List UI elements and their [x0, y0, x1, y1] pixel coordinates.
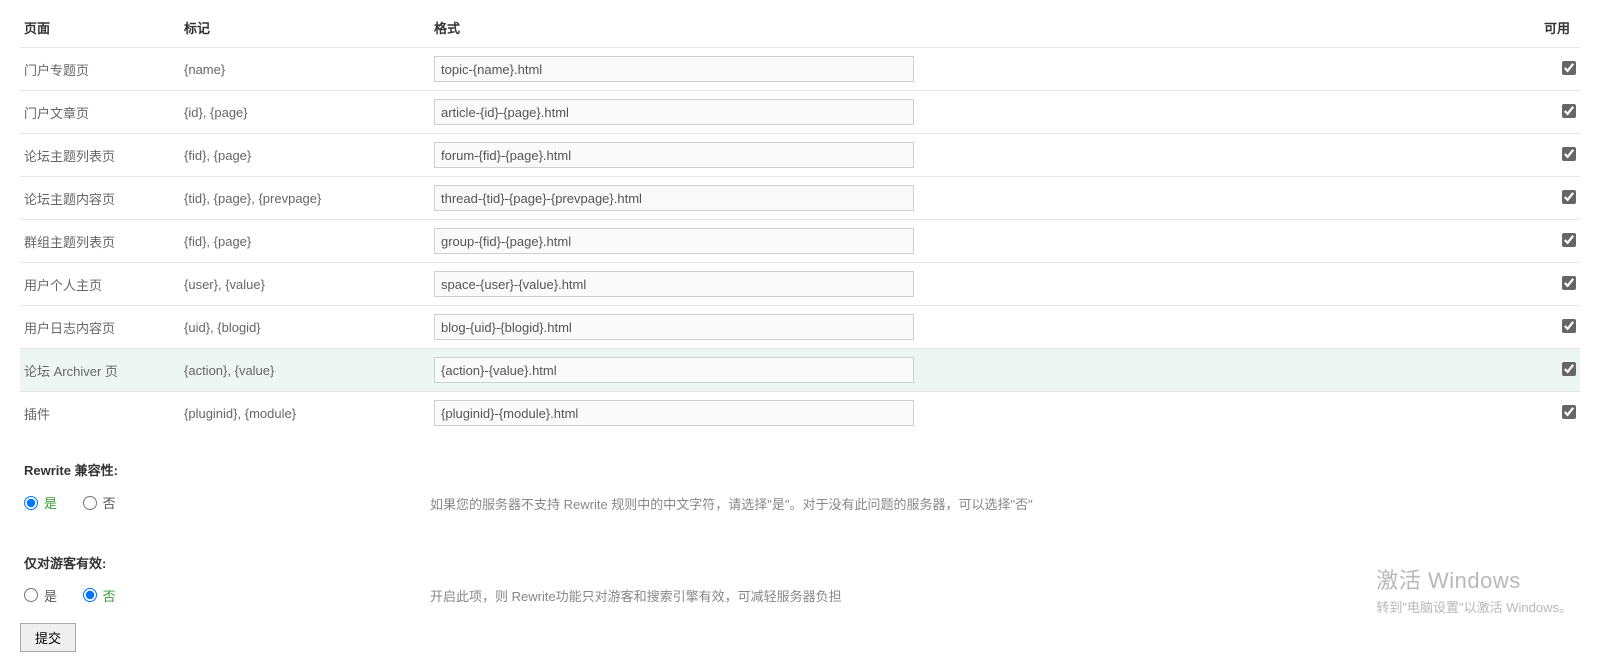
row-format-cell	[430, 392, 1520, 435]
row-page-name: 用户日志内容页	[20, 306, 180, 349]
row-format-cell	[430, 134, 1520, 177]
available-checkbox[interactable]	[1562, 319, 1576, 333]
format-input[interactable]	[434, 357, 914, 383]
rewrite-compat-yes-text: 是	[44, 493, 57, 512]
guest-only-no-radio[interactable]	[83, 588, 97, 602]
row-format-cell	[430, 48, 1520, 91]
row-format-cell	[430, 263, 1520, 306]
row-page-name: 插件	[20, 392, 180, 435]
format-input[interactable]	[434, 271, 914, 297]
row-page-name: 用户个人主页	[20, 263, 180, 306]
row-format-cell	[430, 306, 1520, 349]
row-marker: {name}	[180, 48, 430, 91]
table-row: 论坛 Archiver 页{action}, {value}	[20, 349, 1580, 392]
row-page-name: 门户文章页	[20, 91, 180, 134]
row-available-cell	[1520, 392, 1580, 435]
guest-only-yes[interactable]: 是	[24, 586, 57, 605]
table-row: 门户专题页{name}	[20, 48, 1580, 91]
row-marker: {tid}, {page}, {prevpage}	[180, 177, 430, 220]
rewrite-compat-no-radio[interactable]	[83, 496, 97, 510]
row-available-cell	[1520, 134, 1580, 177]
row-marker: {action}, {value}	[180, 349, 430, 392]
format-input[interactable]	[434, 56, 914, 82]
format-input[interactable]	[434, 142, 914, 168]
available-checkbox[interactable]	[1562, 190, 1576, 204]
col-header-marker: 标记	[180, 12, 430, 48]
row-marker: {user}, {value}	[180, 263, 430, 306]
row-marker: {uid}, {blogid}	[180, 306, 430, 349]
guest-only-no-text: 否	[103, 586, 116, 605]
row-page-name: 论坛 Archiver 页	[20, 349, 180, 392]
guest-only-yes-radio[interactable]	[24, 588, 38, 602]
rewrite-compat-no-text: 否	[103, 493, 116, 512]
row-available-cell	[1520, 220, 1580, 263]
row-marker: {id}, {page}	[180, 91, 430, 134]
available-checkbox[interactable]	[1562, 362, 1576, 376]
rewrite-compat-no[interactable]: 否	[83, 493, 116, 512]
format-input[interactable]	[434, 400, 914, 426]
row-available-cell	[1520, 177, 1580, 220]
col-header-avail: 可用	[1520, 12, 1580, 48]
col-header-format: 格式	[430, 12, 1520, 48]
guest-only-help: 开启此项，则 Rewrite功能只对游客和搜索引擎有效，可减轻服务器负担	[430, 589, 842, 604]
row-page-name: 论坛主题列表页	[20, 134, 180, 177]
rewrite-compat-group: 是 否	[20, 493, 430, 513]
row-available-cell	[1520, 306, 1580, 349]
row-marker: {fid}, {page}	[180, 134, 430, 177]
rewrite-compat-yes[interactable]: 是	[24, 493, 57, 512]
table-row: 插件{pluginid}, {module}	[20, 392, 1580, 435]
row-page-name: 论坛主题内容页	[20, 177, 180, 220]
rewrite-compat-label: Rewrite 兼容性:	[20, 438, 430, 493]
row-available-cell	[1520, 263, 1580, 306]
table-row: 门户文章页{id}, {page}	[20, 91, 1580, 134]
table-row: 用户日志内容页{uid}, {blogid}	[20, 306, 1580, 349]
guest-only-no[interactable]: 否	[83, 586, 116, 605]
row-format-cell	[430, 349, 1520, 392]
format-input[interactable]	[434, 228, 914, 254]
rewrite-rules-table: 页面 标记 格式 可用 门户专题页{name}门户文章页{id}, {page}…	[20, 12, 1580, 434]
guest-only-yes-text: 是	[44, 586, 57, 605]
submit-button[interactable]: 提交	[20, 623, 76, 652]
row-available-cell	[1520, 349, 1580, 392]
row-marker: {pluginid}, {module}	[180, 392, 430, 435]
available-checkbox[interactable]	[1562, 233, 1576, 247]
format-input[interactable]	[434, 314, 914, 340]
guest-only-group: 是 否	[20, 586, 430, 606]
table-row: 用户个人主页{user}, {value}	[20, 263, 1580, 306]
format-input[interactable]	[434, 99, 914, 125]
available-checkbox[interactable]	[1562, 61, 1576, 75]
row-page-name: 门户专题页	[20, 48, 180, 91]
row-format-cell	[430, 91, 1520, 134]
row-page-name: 群组主题列表页	[20, 220, 180, 263]
format-input[interactable]	[434, 185, 914, 211]
available-checkbox[interactable]	[1562, 405, 1576, 419]
row-format-cell	[430, 220, 1520, 263]
row-available-cell	[1520, 48, 1580, 91]
available-checkbox[interactable]	[1562, 104, 1576, 118]
row-marker: {fid}, {page}	[180, 220, 430, 263]
col-header-page: 页面	[20, 12, 180, 48]
row-available-cell	[1520, 91, 1580, 134]
table-row: 论坛主题列表页{fid}, {page}	[20, 134, 1580, 177]
table-row: 群组主题列表页{fid}, {page}	[20, 220, 1580, 263]
guest-only-label: 仅对游客有效:	[20, 531, 430, 586]
available-checkbox[interactable]	[1562, 276, 1576, 290]
rewrite-compat-help: 如果您的服务器不支持 Rewrite 规则中的中文字符，请选择"是"。对于没有此…	[430, 497, 1033, 512]
table-row: 论坛主题内容页{tid}, {page}, {prevpage}	[20, 177, 1580, 220]
row-format-cell	[430, 177, 1520, 220]
rewrite-compat-yes-radio[interactable]	[24, 496, 38, 510]
available-checkbox[interactable]	[1562, 147, 1576, 161]
